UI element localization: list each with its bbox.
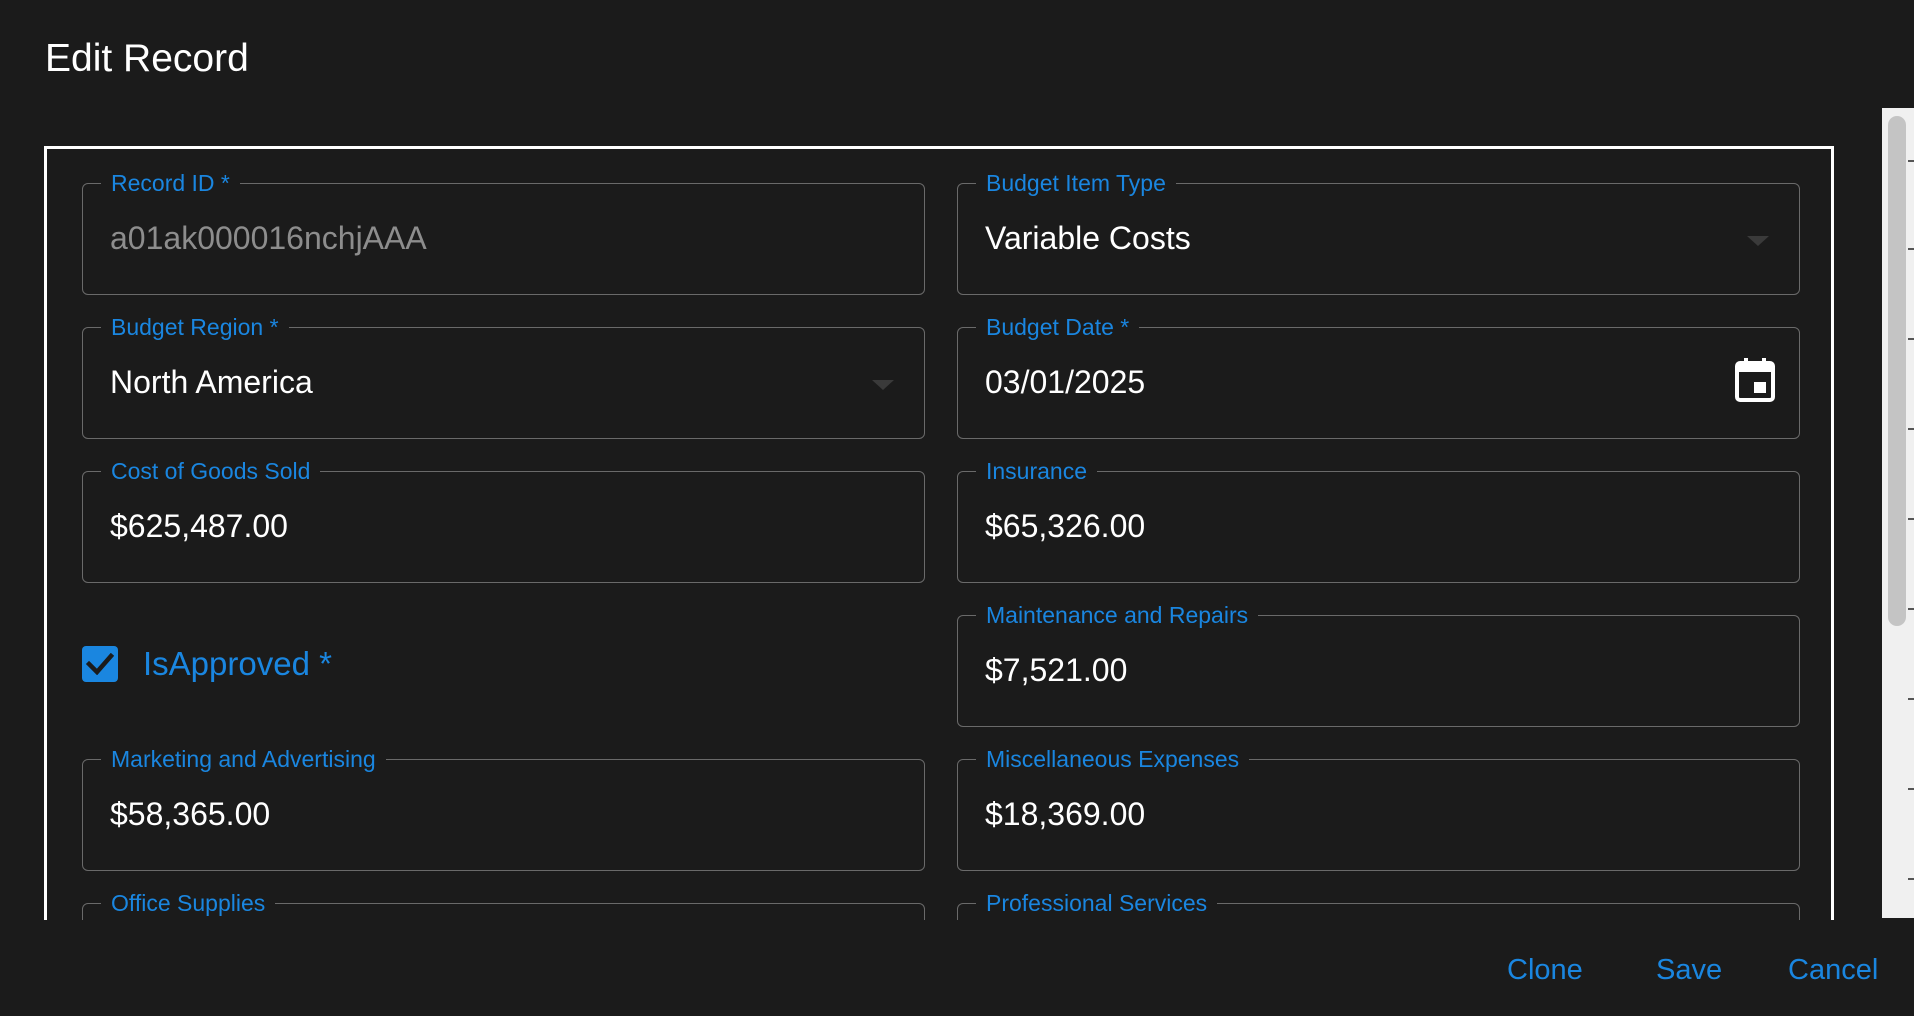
maintenance-and-repairs-label: Maintenance and Repairs <box>976 602 1259 628</box>
insurance-field[interactable]: Insurance $65,326.00 <box>957 458 1800 583</box>
professional-services-label: Professional Services <box>976 890 1218 916</box>
scrollbar-tick <box>1908 338 1914 340</box>
office-supplies-field[interactable]: Office Supplies <box>82 890 925 920</box>
record-id-label: Record ID * <box>101 170 240 196</box>
office-supplies-label: Office Supplies <box>101 890 276 916</box>
marketing-and-advertising-field[interactable]: Marketing and Advertising $58,365.00 <box>82 746 925 871</box>
maintenance-and-repairs-value: $7,521.00 <box>985 652 1128 688</box>
record-id-field[interactable]: Record ID * a01ak000016nchjAAA <box>82 170 925 295</box>
is-approved-checkbox-row[interactable]: IsApproved * <box>82 639 332 689</box>
professional-services-field[interactable]: Professional Services <box>957 890 1800 920</box>
record-id-value: a01ak000016nchjAAA <box>110 220 427 256</box>
check-icon <box>86 653 114 675</box>
clone-button[interactable]: Clone <box>1507 952 1583 988</box>
budget-region-label: Budget Region * <box>101 314 289 340</box>
scrollbar-tick <box>1908 698 1914 700</box>
scrollbar-tick <box>1908 878 1914 880</box>
scrollbar-tick <box>1908 608 1914 610</box>
chevron-down-icon[interactable] <box>872 380 894 390</box>
chevron-down-icon[interactable] <box>1747 236 1769 246</box>
budget-item-type-value: Variable Costs <box>985 220 1191 256</box>
is-approved-checkbox[interactable] <box>82 646 118 682</box>
cost-of-goods-sold-field[interactable]: Cost of Goods Sold $625,487.00 <box>82 458 925 583</box>
marketing-and-advertising-value: $58,365.00 <box>110 796 271 832</box>
scrollbar-tick <box>1908 428 1914 430</box>
scrollbar-tick <box>1908 248 1914 250</box>
budget-item-type-select[interactable]: Budget Item Type Variable Costs <box>957 170 1800 295</box>
record-form: Record ID * a01ak000016nchjAAA Budget It… <box>44 146 1834 920</box>
cancel-button[interactable]: Cancel <box>1788 952 1878 988</box>
scrollbar-tick <box>1908 788 1914 790</box>
insurance-value: $65,326.00 <box>985 508 1146 544</box>
miscellaneous-expenses-field[interactable]: Miscellaneous Expenses $18,369.00 <box>957 746 1800 871</box>
budget-date-value: 03/01/2025 <box>985 364 1146 400</box>
calendar-icon[interactable] <box>1735 358 1775 402</box>
miscellaneous-expenses-label: Miscellaneous Expenses <box>976 746 1250 772</box>
cost-of-goods-sold-label: Cost of Goods Sold <box>101 458 321 484</box>
budget-region-select[interactable]: Budget Region * North America <box>82 314 925 439</box>
cost-of-goods-sold-value: $625,487.00 <box>110 508 288 544</box>
budget-date-field[interactable]: Budget Date * 03/01/2025 <box>957 314 1800 439</box>
dialog-title: Edit Record <box>45 37 249 80</box>
maintenance-and-repairs-field[interactable]: Maintenance and Repairs $7,521.00 <box>957 602 1800 727</box>
is-approved-label: IsApproved * <box>143 645 332 682</box>
marketing-and-advertising-label: Marketing and Advertising <box>101 746 386 772</box>
form-scrollbar[interactable] <box>1882 108 1914 918</box>
scrollbar-tick <box>1908 518 1914 520</box>
scrollbar-tick <box>1908 160 1914 162</box>
save-button[interactable]: Save <box>1656 952 1722 988</box>
insurance-label: Insurance <box>976 458 1098 484</box>
budget-date-label: Budget Date * <box>976 314 1140 340</box>
miscellaneous-expenses-value: $18,369.00 <box>985 796 1146 832</box>
scrollbar-thumb[interactable] <box>1888 116 1906 626</box>
budget-item-type-label: Budget Item Type <box>976 170 1176 196</box>
budget-region-value: North America <box>110 364 313 400</box>
